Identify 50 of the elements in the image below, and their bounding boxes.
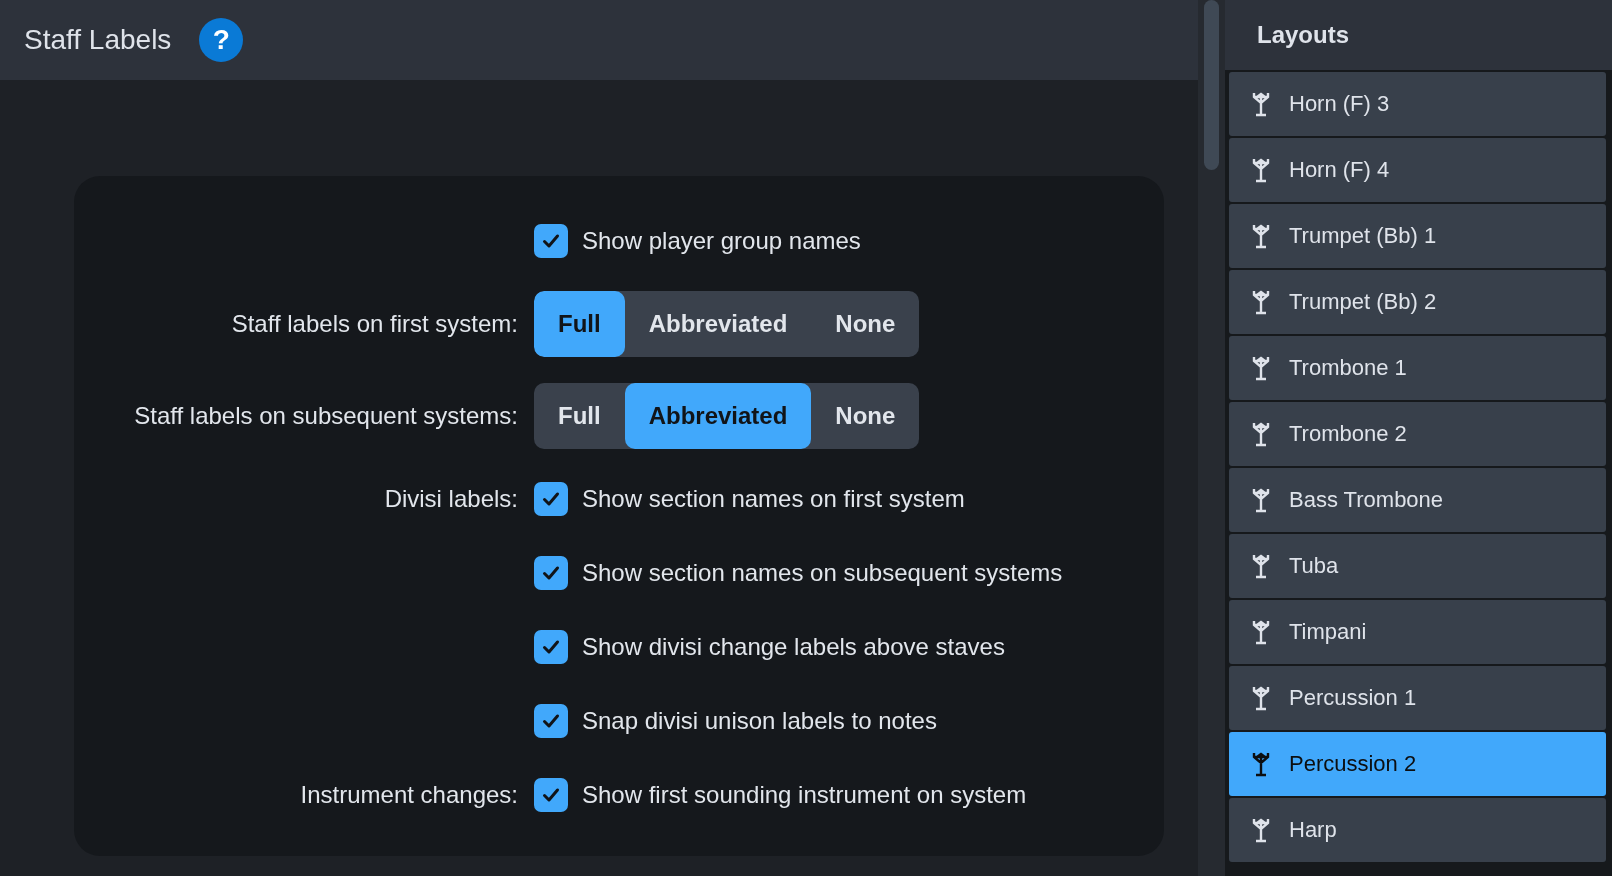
segment-button[interactable]: Full bbox=[534, 383, 625, 449]
tripod-stand-icon bbox=[1251, 751, 1271, 777]
tripod-stand-icon bbox=[1251, 421, 1271, 447]
layout-item[interactable]: Trombone 2 bbox=[1229, 402, 1606, 466]
segment-button[interactable]: Full bbox=[534, 291, 625, 357]
tripod-stand-icon bbox=[1251, 223, 1271, 249]
layout-item[interactable]: Percussion 2 bbox=[1229, 732, 1606, 796]
checkbox-label: Show player group names bbox=[582, 227, 861, 255]
checkbox[interactable] bbox=[534, 778, 568, 812]
checkbox-label: Show section names on subsequent systems bbox=[582, 559, 1063, 587]
page-title: Staff Labels bbox=[24, 24, 172, 56]
tripod-stand-icon bbox=[1251, 619, 1271, 645]
layout-item[interactable]: Trumpet (Bb) 2 bbox=[1229, 270, 1606, 334]
layout-item[interactable]: Horn (F) 3 bbox=[1229, 72, 1606, 136]
checkbox[interactable] bbox=[534, 556, 568, 590]
checkbox[interactable] bbox=[534, 704, 568, 738]
tripod-stand-icon bbox=[1251, 553, 1271, 579]
tripod-stand-icon bbox=[1251, 685, 1271, 711]
layout-item[interactable]: Trumpet (Bb) 1 bbox=[1229, 204, 1606, 268]
help-button[interactable]: ? bbox=[199, 18, 244, 62]
layout-item[interactable]: Horn (F) 4 bbox=[1229, 138, 1606, 202]
layout-item[interactable]: Trombone 1 bbox=[1229, 336, 1606, 400]
tripod-stand-icon bbox=[1251, 289, 1271, 315]
layout-item[interactable]: Tuba bbox=[1229, 534, 1606, 598]
checkbox-label: Show section names on first system bbox=[582, 485, 965, 513]
checkbox-label: Show first sounding instrument on system bbox=[582, 781, 1027, 809]
option-label: Instrument changes: bbox=[300, 781, 518, 808]
scrollbar-thumb[interactable] bbox=[1204, 0, 1219, 170]
segment-button[interactable]: None bbox=[811, 291, 920, 357]
option-label: Divisi labels: bbox=[384, 485, 518, 512]
tripod-stand-icon bbox=[1251, 91, 1271, 117]
checkbox-label: Snap divisi unison labels to notes bbox=[582, 707, 937, 735]
segment-button[interactable]: Abbreviated bbox=[624, 383, 812, 449]
panel-title: Layouts bbox=[1257, 21, 1349, 49]
option-label: Staff labels on first system: bbox=[231, 310, 518, 337]
checkbox-label: Show divisi change labels above staves bbox=[582, 633, 1005, 661]
checkbox[interactable] bbox=[534, 224, 568, 258]
layout-item[interactable]: Timpani bbox=[1229, 600, 1606, 664]
segment-button[interactable]: None bbox=[811, 383, 920, 449]
tripod-stand-icon bbox=[1251, 487, 1271, 513]
tripod-stand-icon bbox=[1251, 817, 1271, 843]
layout-item[interactable]: Percussion 1 bbox=[1229, 666, 1606, 730]
tripod-stand-icon bbox=[1251, 157, 1271, 183]
layout-item[interactable]: Bass Trombone bbox=[1229, 468, 1606, 532]
layout-item[interactable]: Harp bbox=[1229, 798, 1606, 862]
option-label: Staff labels on subsequent systems: bbox=[134, 402, 518, 429]
tripod-stand-icon bbox=[1251, 355, 1271, 381]
checkbox[interactable] bbox=[534, 630, 568, 664]
segment-button[interactable]: Abbreviated bbox=[624, 291, 812, 357]
checkbox[interactable] bbox=[534, 482, 568, 516]
